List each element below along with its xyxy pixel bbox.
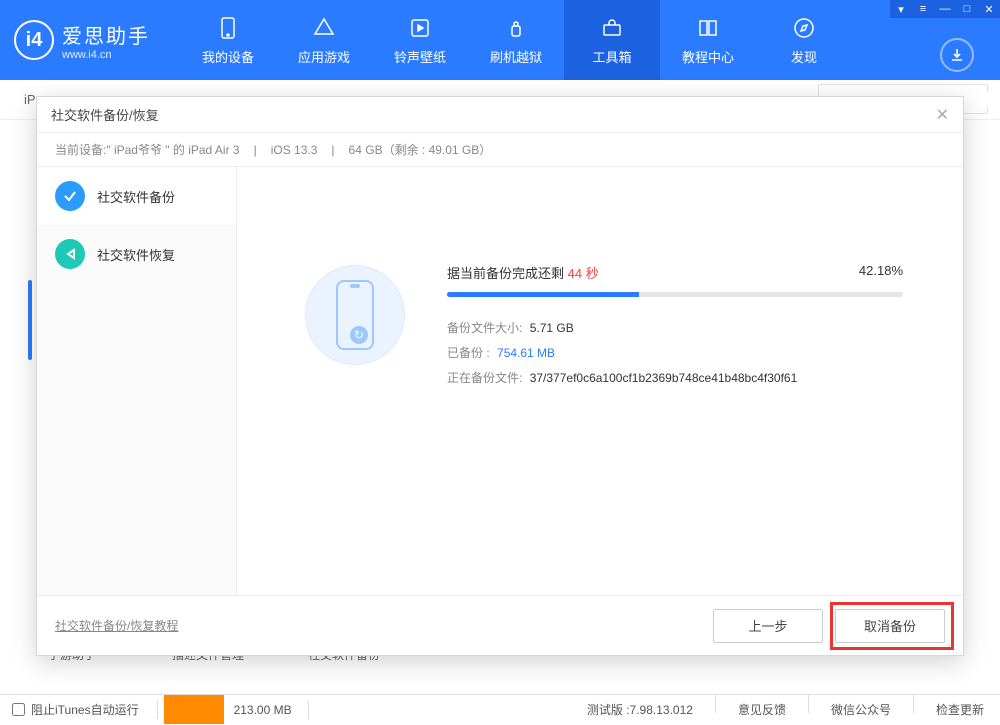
storage-meter: 213.00 MB bbox=[164, 695, 302, 724]
dialog-main: ↻ 据当前备份完成还剩 44 秒 42.18% 备份文件大小: 5.71 GB bbox=[237, 167, 963, 595]
nav-label: 铃声壁纸 bbox=[394, 47, 446, 66]
backup-graphic: ↻ bbox=[305, 265, 405, 365]
backup-dialog: 社交软件备份/恢复 ✕ 当前设备:" iPad爷爷 " 的 iPad Air 3… bbox=[36, 96, 964, 656]
nav-discover[interactable]: 发现 bbox=[756, 0, 852, 80]
info-value: 37/377ef0c6a100cf1b2369b748ce41b48bc4f30… bbox=[530, 371, 798, 385]
flash-icon bbox=[503, 15, 529, 41]
main-nav: 我的设备 应用游戏 铃声壁纸 刷机越狱 工具箱 教程中心 发现 bbox=[180, 0, 1000, 80]
nav-toolbox[interactable]: 工具箱 bbox=[564, 0, 660, 80]
info-done: 已备份 : 754.61 MB bbox=[447, 344, 903, 361]
progress-bar-fill bbox=[447, 292, 639, 297]
download-button[interactable] bbox=[940, 38, 974, 72]
app-subtitle: www.i4.cn bbox=[62, 49, 150, 61]
compass-icon bbox=[791, 15, 817, 41]
info-value-link[interactable]: 754.61 MB bbox=[497, 346, 555, 360]
progress-remaining: 44 秒 bbox=[568, 266, 599, 281]
info-size: 备份文件大小: 5.71 GB bbox=[447, 319, 903, 336]
dialog-title: 社交软件备份/恢复 bbox=[51, 105, 159, 124]
apps-icon bbox=[311, 15, 337, 41]
version-value: 7.98.13.012 bbox=[630, 703, 693, 717]
nav-flash[interactable]: 刷机越狱 bbox=[468, 0, 564, 80]
nav-apps[interactable]: 应用游戏 bbox=[276, 0, 372, 80]
sidebar-item-restore[interactable]: 社交软件恢复 bbox=[37, 225, 236, 283]
logo-icon: i4 bbox=[14, 20, 54, 60]
sidebar-item-backup[interactable]: 社交软件备份 bbox=[37, 167, 236, 225]
status-bar: 阻止iTunes自动运行 213.00 MB 测试版 : 7.98.13.012… bbox=[0, 694, 1000, 724]
win-menu-icon[interactable]: ≡ bbox=[912, 0, 934, 18]
progress-percent: 42.18% bbox=[859, 263, 903, 282]
device-info-bar: 当前设备:" iPad爷爷 " 的 iPad Air 3 | iOS 13.3 … bbox=[37, 133, 963, 167]
sidebar-label: 社交软件备份 bbox=[97, 187, 175, 206]
info-value: 5.71 GB bbox=[530, 321, 574, 335]
progress-bar bbox=[447, 292, 903, 297]
logo-area: i4 爱思助手 www.i4.cn bbox=[0, 0, 180, 80]
toolbox-icon bbox=[599, 15, 625, 41]
info-label: 备份文件大小: bbox=[447, 321, 522, 335]
window-buttons: ▾ ≡ — □ ✕ bbox=[890, 0, 1000, 18]
win-close-icon[interactable]: ✕ bbox=[978, 0, 1000, 18]
music-icon bbox=[407, 15, 433, 41]
sidebar-label: 社交软件恢复 bbox=[97, 245, 175, 264]
app-title: 爱思助手 bbox=[62, 20, 150, 49]
block-itunes-checkbox[interactable]: 阻止iTunes自动运行 bbox=[0, 701, 151, 718]
device-name: " iPad爷爷 " 的 iPad Air 3 bbox=[106, 143, 239, 157]
progress-prefix: 据当前备份完成还剩 bbox=[447, 266, 564, 281]
nav-label: 应用游戏 bbox=[298, 47, 350, 66]
wechat-link[interactable]: 微信公众号 bbox=[815, 695, 907, 725]
restore-icon bbox=[55, 239, 85, 269]
nav-label: 教程中心 bbox=[682, 47, 734, 66]
info-label: 正在备份文件: bbox=[447, 371, 522, 385]
win-shirt-icon[interactable]: ▾ bbox=[890, 0, 912, 18]
dialog-footer: 社交软件备份/恢复教程 上一步 取消备份 bbox=[37, 595, 963, 655]
device-storage: 64 GB（剩余 : 49.01 GB） bbox=[349, 141, 492, 158]
version-label: 测试版 : 7.98.13.012 bbox=[571, 695, 709, 725]
nav-label: 刷机越狱 bbox=[490, 47, 542, 66]
win-maximize-icon[interactable]: □ bbox=[956, 0, 978, 18]
side-indicator bbox=[28, 280, 32, 360]
win-minimize-icon[interactable]: — bbox=[934, 0, 956, 18]
top-bar: i4 爱思助手 www.i4.cn 我的设备 应用游戏 铃声壁纸 刷机越狱 工具… bbox=[0, 0, 1000, 80]
device-ios: iOS 13.3 bbox=[271, 143, 318, 157]
prev-button[interactable]: 上一步 bbox=[713, 609, 823, 643]
dialog-header: 社交软件备份/恢复 ✕ bbox=[37, 97, 963, 133]
version-prefix: 测试版 : bbox=[587, 701, 630, 718]
info-file: 正在备份文件: 37/377ef0c6a100cf1b2369b748ce41b… bbox=[447, 369, 903, 386]
nav-label: 工具箱 bbox=[592, 47, 631, 66]
storage-used-label: 213.00 MB bbox=[224, 703, 302, 717]
block-itunes-input[interactable] bbox=[12, 703, 25, 716]
info-label: 已备份 : bbox=[447, 346, 490, 360]
book-icon bbox=[695, 15, 721, 41]
progress-text: 据当前备份完成还剩 44 秒 bbox=[447, 263, 599, 282]
phone-icon: ↻ bbox=[336, 280, 374, 350]
nav-tutorials[interactable]: 教程中心 bbox=[660, 0, 756, 80]
storage-used-bar bbox=[164, 695, 224, 724]
check-update-link[interactable]: 检查更新 bbox=[920, 695, 1000, 725]
nav-label: 发现 bbox=[791, 47, 817, 66]
dialog-sidebar: 社交软件备份 社交软件恢复 bbox=[37, 167, 237, 595]
phone-icon bbox=[215, 15, 241, 41]
device-prefix: 当前设备: bbox=[55, 143, 106, 157]
nav-label: 我的设备 bbox=[202, 47, 254, 66]
feedback-link[interactable]: 意见反馈 bbox=[722, 695, 802, 725]
backup-icon bbox=[55, 181, 85, 211]
dialog-close-icon[interactable]: ✕ bbox=[936, 105, 949, 125]
nav-ringtones[interactable]: 铃声壁纸 bbox=[372, 0, 468, 80]
tutorial-link[interactable]: 社交软件备份/恢复教程 bbox=[55, 617, 178, 634]
nav-my-device[interactable]: 我的设备 bbox=[180, 0, 276, 80]
block-itunes-label: 阻止iTunes自动运行 bbox=[31, 701, 139, 718]
cancel-backup-button[interactable]: 取消备份 bbox=[835, 609, 945, 643]
